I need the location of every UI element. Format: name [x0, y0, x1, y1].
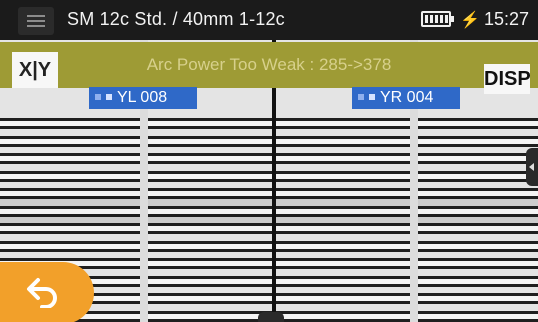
- clock: 15:27: [484, 9, 530, 29]
- charging-bolt-icon: ⚡: [460, 12, 480, 29]
- fiber-row: [0, 135, 538, 147]
- alert-message: Arc Power Too Weak : 285->378: [146, 55, 392, 74]
- xy-toggle-button[interactable]: X|Y: [12, 52, 58, 88]
- fiber-row: [0, 153, 538, 164]
- back-arrow-icon: [27, 278, 57, 308]
- title-bar: SM 12c Std. / 40mm 1-12c ⚡ 15:27: [0, 0, 538, 40]
- fusion-splicer-screen: SM 12c Std. / 40mm 1-12c ⚡ 15:27 Arc Pow…: [0, 0, 538, 322]
- alert-banner: Arc Power Too Weak : 285->378: [0, 42, 538, 88]
- fiber-row: [0, 118, 538, 129]
- right-fiber-label: YR 004: [352, 87, 460, 109]
- battery-full-icon: [421, 11, 454, 27]
- side-panel-handle[interactable]: [526, 148, 538, 186]
- back-button[interactable]: [0, 262, 94, 322]
- page-title: SM 12c Std. / 40mm 1-12c: [67, 9, 285, 29]
- fiber-row: [0, 223, 538, 234]
- fiber-row: [0, 240, 538, 252]
- hamburger-menu-icon[interactable]: [18, 7, 54, 35]
- fiber-row: [0, 170, 538, 182]
- disp-button[interactable]: DISP: [484, 64, 531, 94]
- fiber-row: [0, 188, 538, 199]
- left-fiber-label: YL 008: [89, 87, 197, 109]
- left-label-text: YL 008: [117, 89, 168, 106]
- bottom-panel-handle[interactable]: [258, 312, 284, 322]
- right-label-text: YR 004: [380, 89, 434, 106]
- fiber-row: [0, 205, 538, 217]
